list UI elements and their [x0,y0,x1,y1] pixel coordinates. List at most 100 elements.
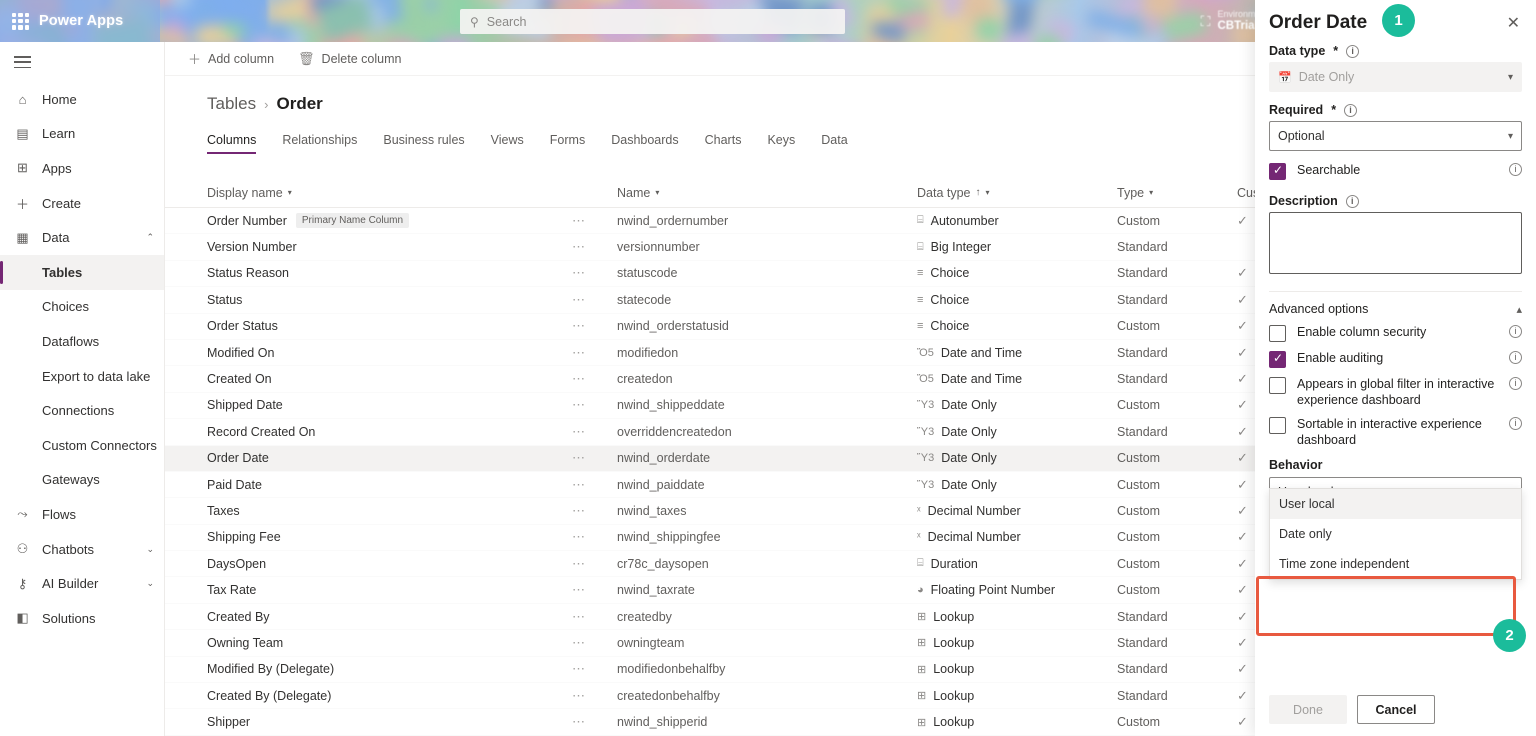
sidebar-item-home[interactable]: ⌂ Home [0,82,164,117]
tab-business-rules[interactable]: Business rules [370,127,477,156]
sidebar-item-flows[interactable]: ⤳ Flows [0,497,164,532]
header-data-type[interactable]: Data type ↑ ▾ [917,186,990,200]
description-textarea[interactable] [1269,212,1522,274]
row-more-options-icon[interactable]: ⋯ [572,609,617,625]
header-name[interactable]: Name ▾ [617,186,917,200]
chevron-up-icon[interactable]: ⌃ [146,232,154,243]
cell-logical-name: createdon [617,372,673,387]
behavior-option-time-zone-independent[interactable]: Time zone independent [1270,549,1521,579]
info-icon[interactable]: i [1344,103,1358,117]
sidebar-item-solutions[interactable]: ◧ Solutions [0,601,164,636]
row-more-options-icon[interactable]: ⋯ [572,688,617,704]
row-more-options-icon[interactable]: ⋯ [572,292,617,308]
sidebar-item-export-to-data-lake[interactable]: Export to data lake [0,359,164,394]
ai-builder-icon: ⚷ [17,575,28,591]
info-icon[interactable]: i [1509,417,1522,431]
row-more-options-icon[interactable]: ⋯ [572,582,617,598]
search-input[interactable]: Search [487,15,527,29]
row-more-options-icon[interactable]: ⋯ [572,397,617,413]
app-launcher-icon[interactable] [12,12,29,30]
info-icon[interactable]: i [1509,325,1522,338]
behavior-option-user-local[interactable]: User local [1270,488,1521,519]
sidebar-item-chatbots[interactable]: ⚇ Chatbots ⌄ [0,532,164,567]
row-more-options-icon[interactable]: ⋯ [572,345,617,361]
global-search[interactable]: ⚲ Search [460,9,845,34]
sidebar-item-apps[interactable]: ⊞ Apps [0,151,164,186]
tab-relationships[interactable]: Relationships [269,127,370,156]
sidebar-item-create[interactable]: ＋ Create [0,186,164,221]
row-more-options-icon[interactable]: ⋯ [572,239,617,255]
sidebar-item-connections[interactable]: Connections [0,393,164,428]
cancel-button[interactable]: Cancel [1357,695,1435,724]
cell-logical-name: cr78c_daysopen [617,556,709,571]
advanced-options-label: Advanced options [1269,302,1369,316]
sortable-in-interactive-dashboard-checkbox[interactable] [1269,417,1286,435]
behavior-option-date-only[interactable]: Date only [1270,519,1521,549]
delete-column-button[interactable]: 🗑 Delete column [289,47,410,71]
sidebar-item-custom-connectors[interactable]: Custom Connectors [0,428,164,463]
data-type-text: Choice [930,292,970,307]
header-type[interactable]: Type ▾ [1117,186,1237,200]
tab-charts[interactable]: Charts [692,127,755,156]
row-more-options-icon[interactable]: ⋯ [572,265,617,281]
row-more-options-icon[interactable]: ⋯ [572,371,617,387]
info-icon[interactable]: i [1345,194,1359,208]
tab-columns[interactable]: Columns [207,127,269,156]
data-type-text: Date Only [941,477,997,492]
row-more-options-icon[interactable]: ⋯ [572,213,617,229]
tab-data[interactable]: Data [808,127,860,156]
row-more-options-icon[interactable]: ⋯ [572,450,617,466]
enable-auditing-checkbox[interactable] [1269,351,1286,368]
required-select[interactable]: Optional ▾ [1269,121,1522,151]
row-more-options-icon[interactable]: ⋯ [572,503,617,519]
sidebar-item-label: Data [42,230,70,246]
searchable-checkbox[interactable] [1269,163,1286,180]
row-more-options-icon[interactable]: ⋯ [572,424,617,440]
add-column-button[interactable]: ＋ Add column [179,45,283,72]
row-more-options-icon[interactable]: ⋯ [572,318,617,334]
lookup-icon: ⊞ [917,716,927,729]
tab-dashboards[interactable]: Dashboards [598,127,691,156]
row-more-options-icon[interactable]: ⋯ [572,635,617,651]
cell-display-name: Owning Team [207,636,572,650]
row-more-options-icon[interactable]: ⋯ [572,714,617,730]
sidebar-item-choices[interactable]: Choices [0,290,164,325]
chevron-down-icon[interactable]: ⌄ [146,544,154,555]
sidebar-item-dataflows[interactable]: Dataflows [0,324,164,359]
sidebar-item-label: Tables [42,264,83,280]
tab-views[interactable]: Views [478,127,537,156]
cell-type: Standard [1117,292,1168,307]
row-more-options-icon[interactable]: ⋯ [572,529,617,545]
enable-auditing-label: Enable auditing [1297,351,1384,365]
info-icon[interactable]: i [1509,163,1522,176]
chevron-down-icon[interactable]: ⌄ [146,578,154,589]
data-type-select[interactable]: 📅 Date Only ▾ [1269,62,1522,92]
row-more-options-icon[interactable]: ⋯ [572,661,617,677]
cell-display-name: Modified By (Delegate) [207,662,572,676]
sidebar-item-tables[interactable]: Tables [0,254,164,290]
chevron-down-icon: ▾ [655,188,660,197]
sidebar-item-data[interactable]: ▦ Data ⌃ [0,220,164,255]
row-more-options-icon[interactable]: ⋯ [572,556,617,572]
row-more-options-icon[interactable]: ⋯ [572,477,617,493]
close-icon[interactable]: ✕ [1507,13,1520,33]
enable-column-security-checkbox[interactable] [1269,325,1286,342]
sidebar-item-learn[interactable]: ▤ Learn [0,117,164,152]
chevron-down-icon: ▾ [1149,188,1154,197]
info-icon[interactable]: i [1509,377,1522,390]
appears-in-global-filter-checkbox[interactable] [1269,377,1286,394]
info-icon[interactable]: i [1509,351,1522,364]
sidebar-item-ai-builder[interactable]: ⚷ AI Builder ⌄ [0,566,164,601]
done-button[interactable]: Done [1269,695,1347,724]
header-display-name[interactable]: Display name ▾ [207,186,292,200]
advanced-options-toggle[interactable]: Advanced options ▴ [1269,302,1522,316]
hamburger-icon[interactable] [0,42,164,82]
info-icon[interactable]: i [1346,44,1360,58]
tab-keys[interactable]: Keys [754,127,808,156]
sidebar-item-gateways[interactable]: Gateways [0,463,164,498]
breadcrumb-tables[interactable]: Tables [207,94,256,114]
display-name-text: Record Created On [207,424,316,439]
brand-title[interactable]: Power Apps [39,13,123,29]
tab-forms[interactable]: Forms [537,127,598,156]
cell-display-name: DaysOpen [207,557,572,571]
